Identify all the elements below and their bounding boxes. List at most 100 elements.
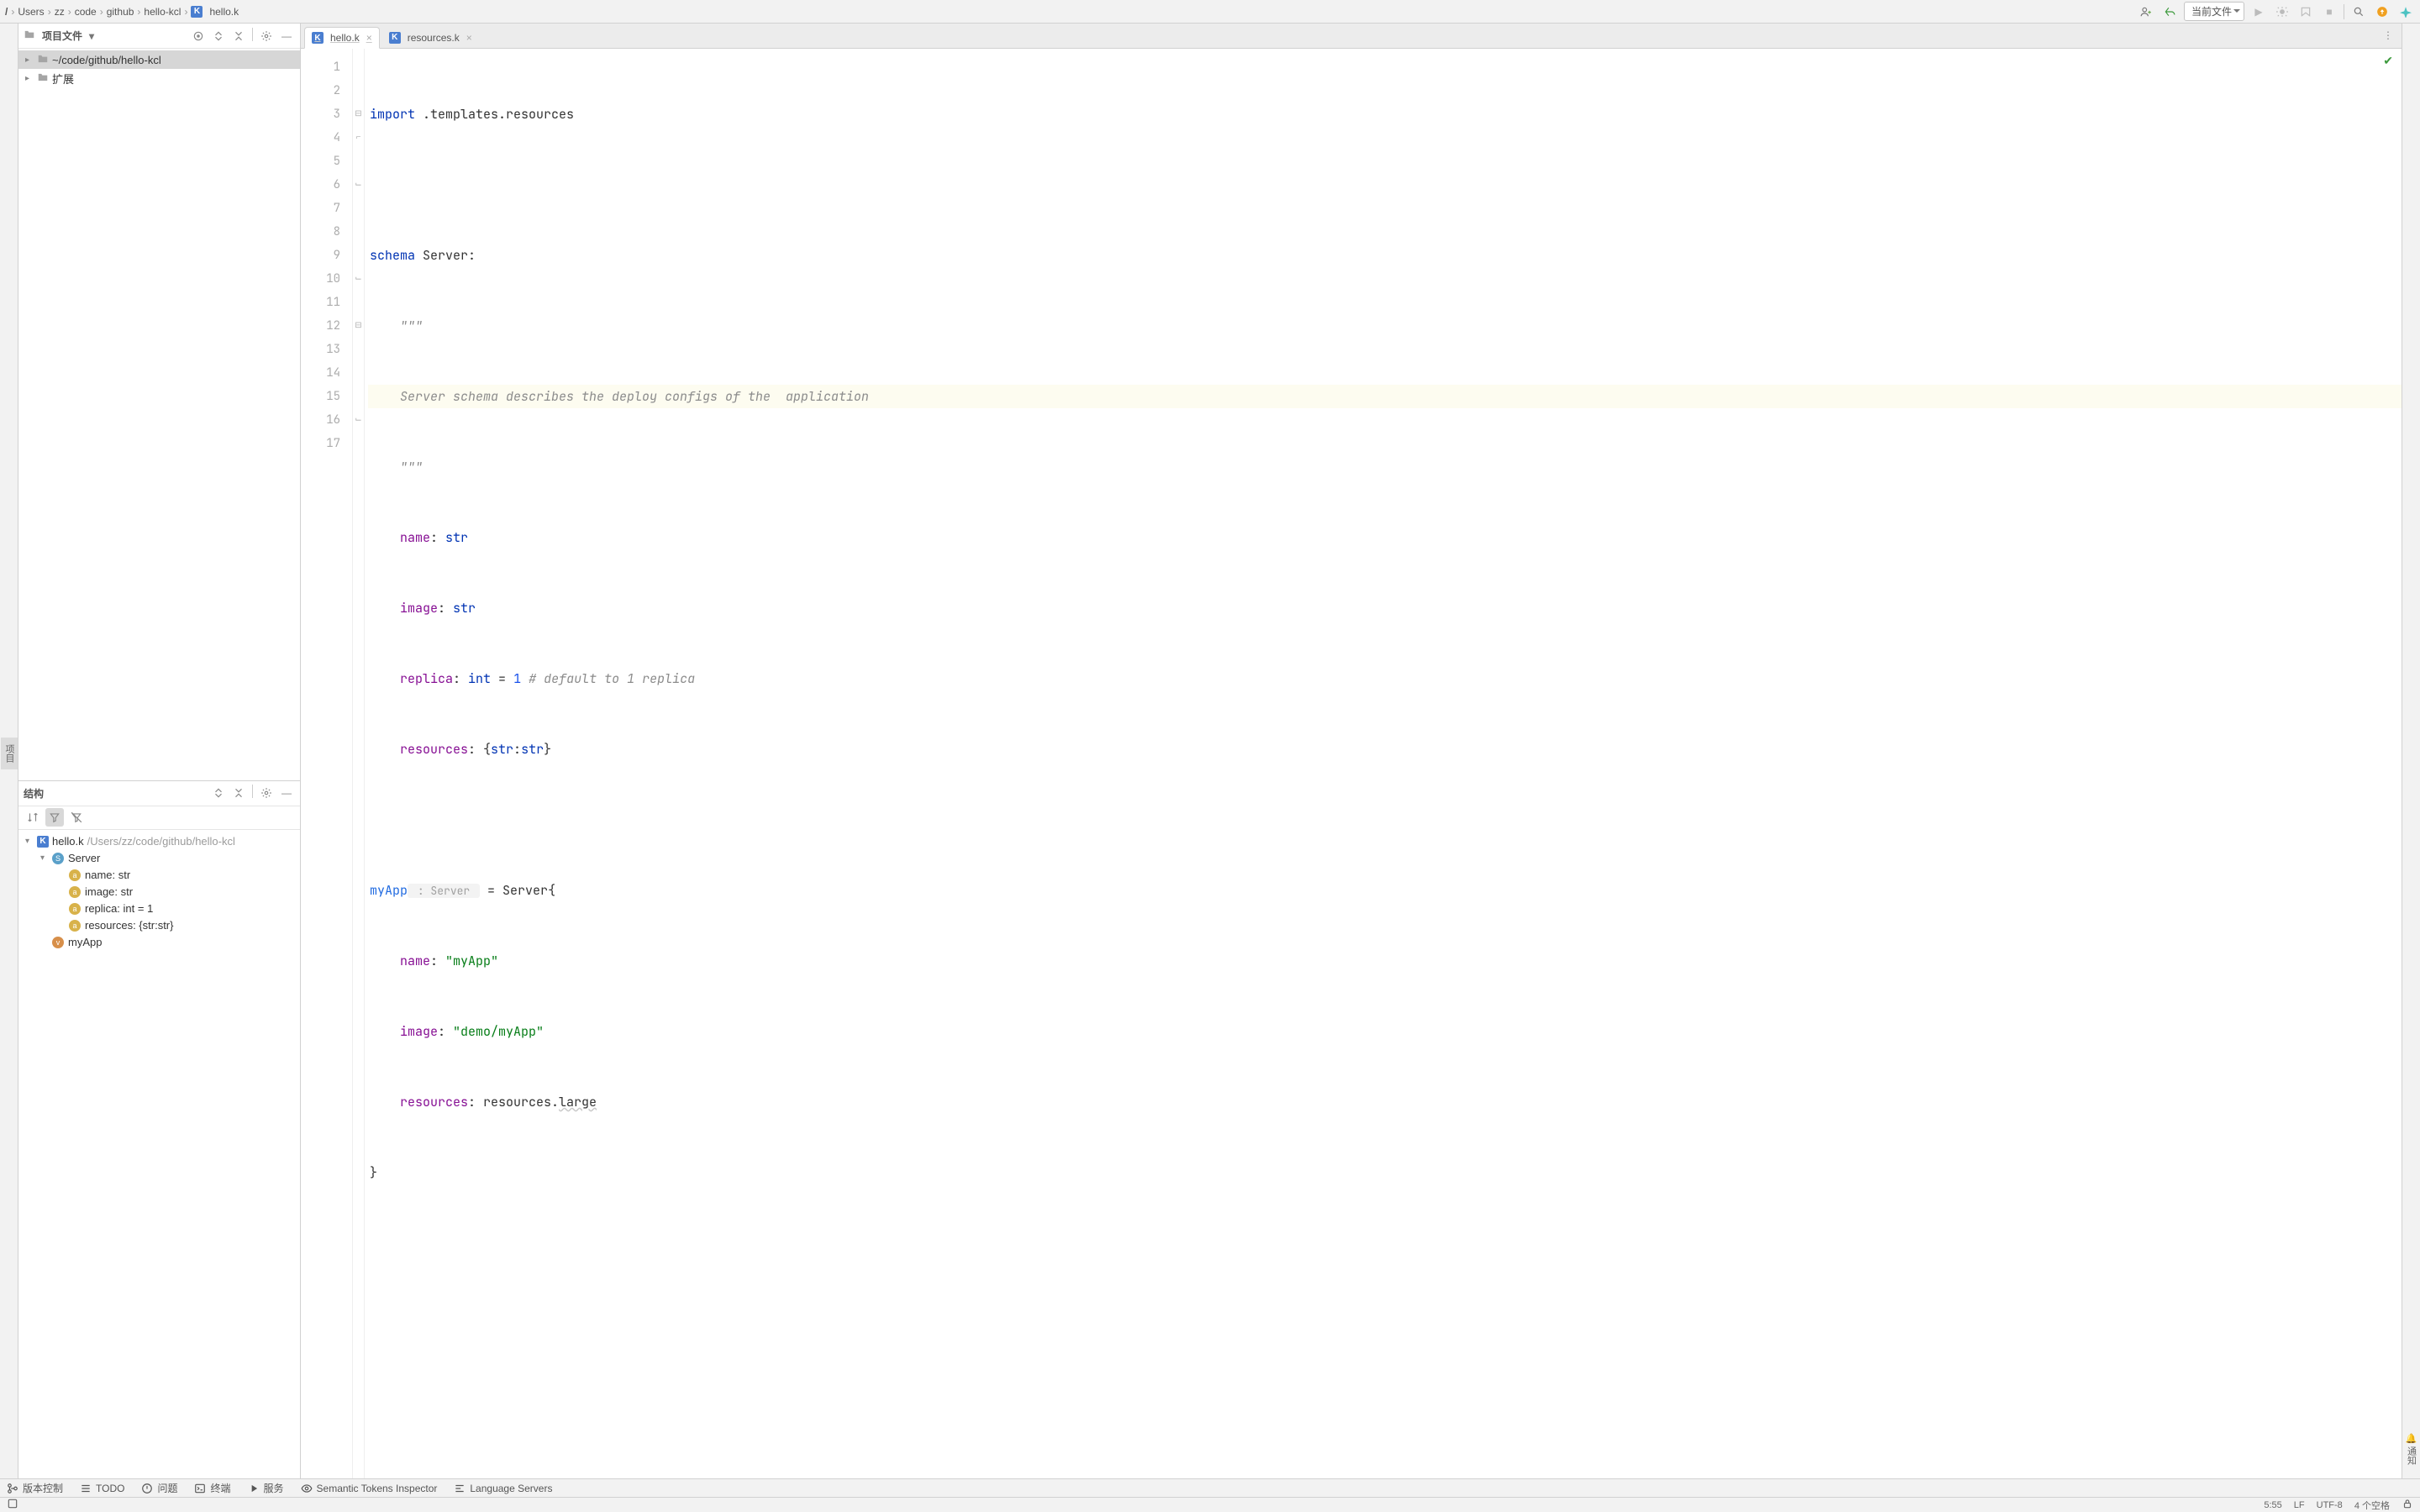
structure-attr-row[interactable]: a name: str — [18, 867, 300, 884]
structure-var-row[interactable]: v myApp — [18, 934, 300, 951]
editor-body[interactable]: ✔ 1234567891011121314151617 ⊟⌐⌙⌙⊟⌙ impor… — [301, 49, 2402, 1478]
tree-row-root[interactable]: ▸ ~/code/github/hello-kcl — [18, 50, 300, 69]
run-config-dropdown[interactable]: 当前文件 — [2184, 2, 2244, 21]
main: 项目 书签 结构 项目文件 ▾ — [0, 24, 2420, 1478]
chevron-down-icon[interactable]: ▾ — [89, 30, 94, 42]
tok-brace: { — [548, 882, 555, 899]
minimize-icon[interactable]: — — [278, 28, 295, 45]
bb-label: 问题 — [157, 1481, 177, 1495]
tok-docq: """ — [370, 459, 423, 475]
bb-label: TODO — [96, 1483, 124, 1494]
tok-colon: : — [438, 600, 453, 617]
structure-attr-row[interactable]: a resources: {str:str} — [18, 917, 300, 934]
tree-row-ext[interactable]: ▸ 扩展 — [18, 69, 300, 87]
locate-icon[interactable] — [190, 28, 207, 45]
structure-attr-row[interactable]: a replica: int = 1 — [18, 900, 300, 917]
ai-assistant-icon[interactable] — [2396, 3, 2415, 21]
filter-icon[interactable] — [45, 808, 64, 827]
status-eol[interactable]: LF — [2294, 1500, 2305, 1510]
right-rail: 🔔 通知 — [2402, 24, 2420, 1478]
crumb-github[interactable]: github — [107, 6, 134, 18]
tree-toggler-icon[interactable]: ▾ — [40, 853, 52, 863]
structure-schema-row[interactable]: ▾ S Server — [18, 850, 300, 867]
project-tree[interactable]: ▸ ~/code/github/hello-kcl ▸ 扩展 — [18, 49, 300, 780]
coverage-icon[interactable] — [2296, 3, 2315, 21]
tree-row-label: ~/code/github/hello-kcl — [52, 54, 161, 66]
bb-todo[interactable]: TODO — [80, 1483, 124, 1494]
crumb-hello-kcl[interactable]: hello-kcl — [144, 6, 181, 18]
tok-prop: image — [370, 1023, 438, 1040]
top-bar: / › Users › zz › code › github › hello-k… — [0, 0, 2420, 24]
expand-all-icon[interactable] — [210, 785, 227, 801]
bb-semantic-tokens[interactable]: Semantic Tokens Inspector — [301, 1483, 438, 1494]
structure-attr-row[interactable]: a image: str — [18, 884, 300, 900]
structure-panel-title: 结构 — [24, 786, 44, 801]
tok-type: int — [468, 670, 491, 687]
inlay-hint: : Server — [408, 884, 480, 898]
tok-comment: # default to 1 replica — [521, 670, 695, 687]
bb-language-servers[interactable]: Language Servers — [454, 1483, 552, 1494]
expand-all-icon[interactable] — [210, 28, 227, 45]
rail-notifications[interactable]: 🔔 通知 — [2403, 1426, 2420, 1472]
lock-icon[interactable] — [2402, 1498, 2413, 1512]
close-icon[interactable]: × — [466, 32, 472, 44]
close-icon[interactable]: × — [366, 32, 372, 44]
fold-gutter[interactable]: ⊟⌐⌙⌙⊟⌙ — [353, 49, 365, 1478]
tok-brace: } — [370, 1164, 377, 1181]
status-indent[interactable]: 4 个空格 — [2354, 1499, 2390, 1512]
sort-icon[interactable] — [24, 808, 42, 827]
filter2-icon[interactable] — [67, 808, 86, 827]
collapse-all-icon[interactable] — [230, 785, 247, 801]
crumb-zz[interactable]: zz — [55, 6, 65, 18]
crumb-hello-k[interactable]: hello.k — [209, 6, 239, 18]
tok-rest: .templates.resources — [415, 106, 574, 123]
tok-eq: = — [491, 670, 513, 687]
status-cursor[interactable]: 5:55 — [2264, 1500, 2281, 1510]
gear-icon[interactable] — [258, 28, 275, 45]
bottom-bar: 版本控制 TODO 问题 终端 服务 Semantic Tokens Inspe… — [0, 1478, 2420, 1497]
bb-services[interactable]: 服务 — [248, 1481, 284, 1495]
bb-label: 服务 — [264, 1481, 284, 1495]
bb-problems[interactable]: 问题 — [141, 1481, 177, 1495]
structure-attr-label: image: str — [85, 885, 133, 898]
bb-vcs[interactable]: 版本控制 — [7, 1481, 63, 1495]
gear-icon[interactable] — [258, 785, 275, 801]
tab-hello-k[interactable]: K hello.k × — [304, 27, 380, 49]
tok-schema: schema — [370, 247, 415, 264]
tok-type: str — [453, 600, 476, 617]
nav-right: 当前文件 ▶ ■ — [2137, 2, 2415, 21]
crumb-code[interactable]: code — [75, 6, 97, 18]
structure-file-name: hello.k — [52, 835, 84, 848]
stop-icon[interactable]: ■ — [2320, 3, 2338, 21]
minimize-icon[interactable]: — — [278, 785, 295, 801]
run-icon[interactable]: ▶ — [2249, 3, 2268, 21]
status-box-icon[interactable] — [7, 1498, 18, 1512]
status-encoding[interactable]: UTF-8 — [2317, 1500, 2343, 1510]
structure-tree[interactable]: ▾ K hello.k /Users/zz/code/github/hello-… — [18, 830, 300, 1478]
tree-toggler-icon[interactable]: ▸ — [25, 74, 37, 83]
rail-bookmarks[interactable]: 书签 — [0, 738, 1, 769]
tok-type: str — [521, 741, 544, 758]
bb-terminal[interactable]: 终端 — [194, 1481, 230, 1495]
user-with-icon[interactable] — [2137, 3, 2155, 21]
back-arrow-icon[interactable] — [2160, 3, 2179, 21]
crumb-users[interactable]: Users — [18, 6, 44, 18]
tok-val-b: large — [559, 1094, 597, 1110]
tab-resources-k[interactable]: K resources.k × — [381, 26, 480, 48]
structure-file-row[interactable]: ▾ K hello.k /Users/zz/code/github/hello-… — [18, 833, 300, 850]
code[interactable]: import .templates.resources schema Serve… — [365, 49, 2402, 1478]
tree-toggler-icon[interactable]: ▸ — [25, 55, 37, 65]
debug-icon[interactable] — [2273, 3, 2291, 21]
rail-project[interactable]: 项目 — [1, 738, 18, 769]
collapse-all-icon[interactable] — [230, 28, 247, 45]
tok-prop: resources — [370, 1094, 468, 1110]
chevron-icon: › — [184, 6, 187, 18]
tabs-menu-icon[interactable]: ⋮ — [2380, 27, 2396, 44]
folder-icon — [24, 29, 35, 43]
crumb-root[interactable]: / — [5, 6, 8, 18]
rail-notifications-label: 通知 — [2407, 1446, 2417, 1465]
tree-toggler-icon[interactable]: ▾ — [25, 837, 37, 846]
tok-val: resources. — [483, 1094, 559, 1110]
search-icon[interactable] — [2349, 3, 2368, 21]
update-icon[interactable] — [2373, 3, 2391, 21]
